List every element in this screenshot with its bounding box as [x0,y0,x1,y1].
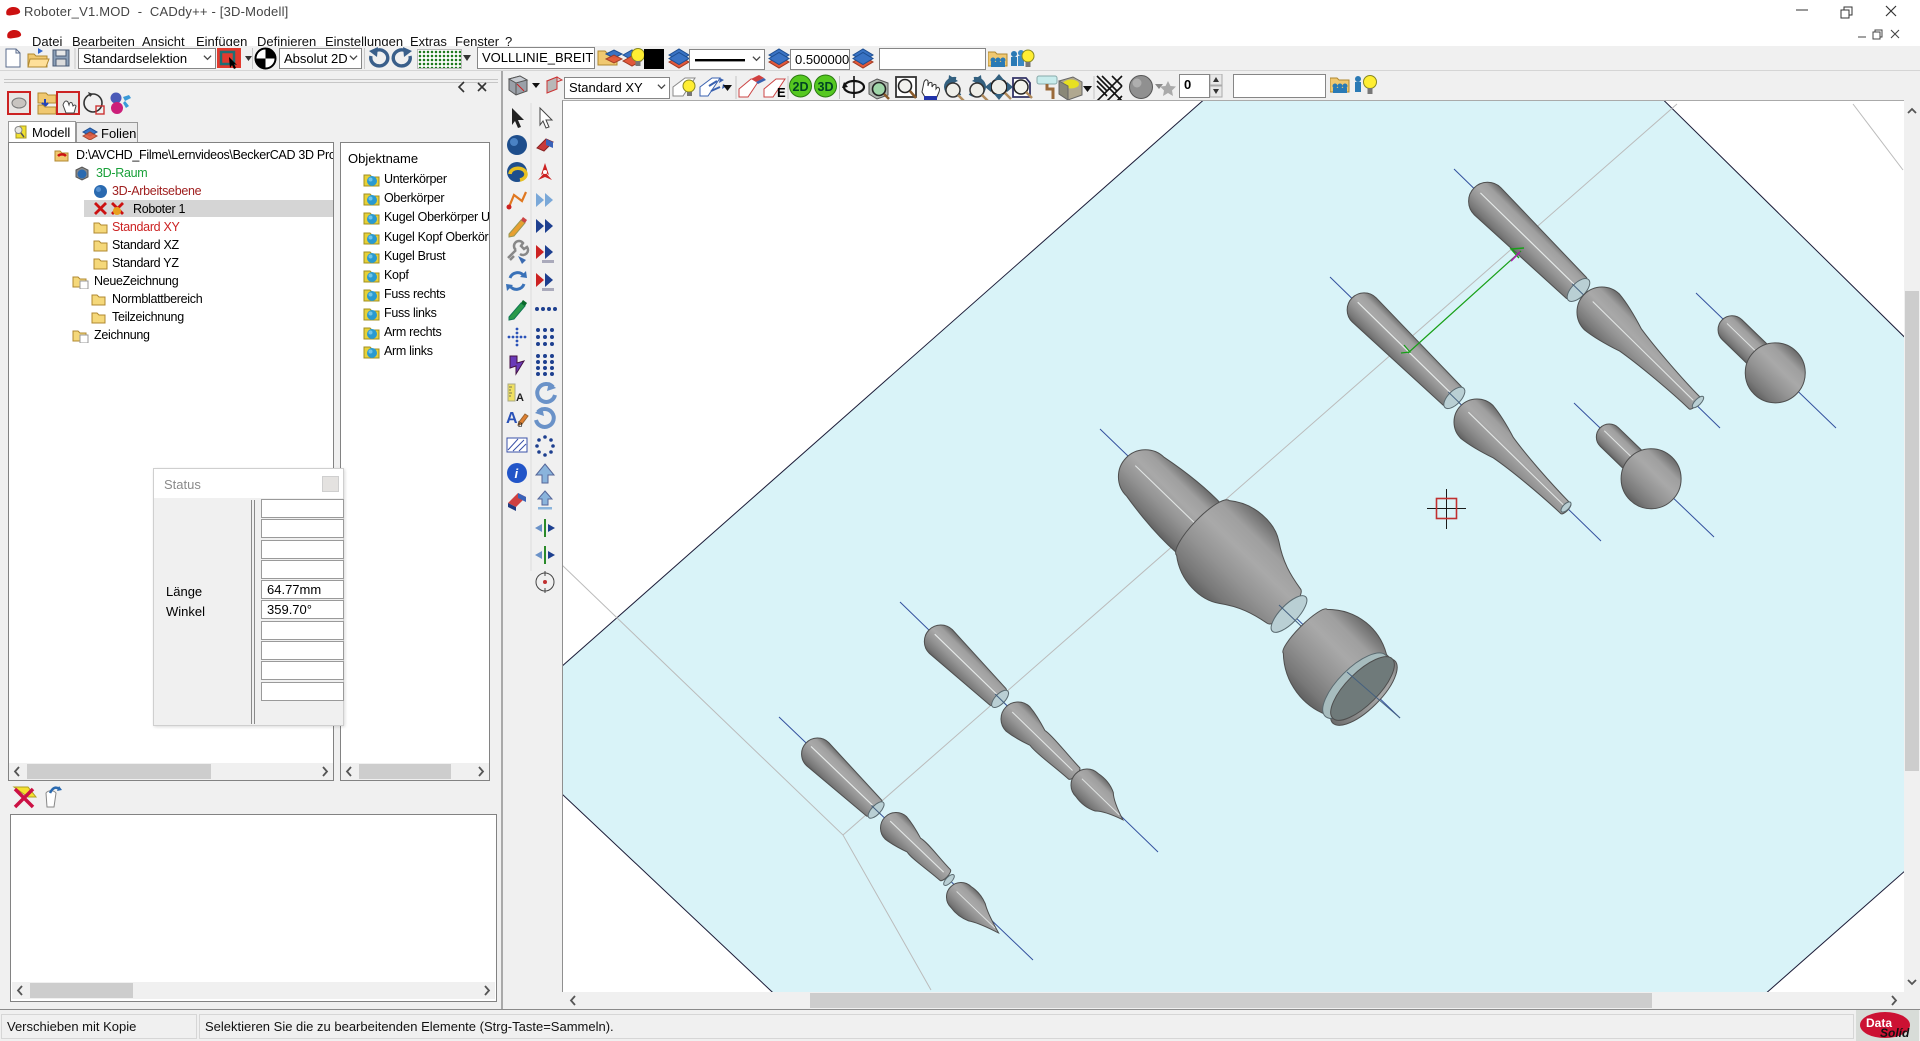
svg-text:Solíd: Solíd [1880,1026,1910,1040]
svg-text:A: A [516,392,524,404]
svg-text:A: A [506,410,518,427]
svg-text:b: b [518,420,523,429]
svg-text:E: E [777,85,786,100]
svg-text:3D: 3D [818,80,834,94]
svg-text:i: i [515,466,519,481]
svg-text:2D: 2D [793,80,809,94]
